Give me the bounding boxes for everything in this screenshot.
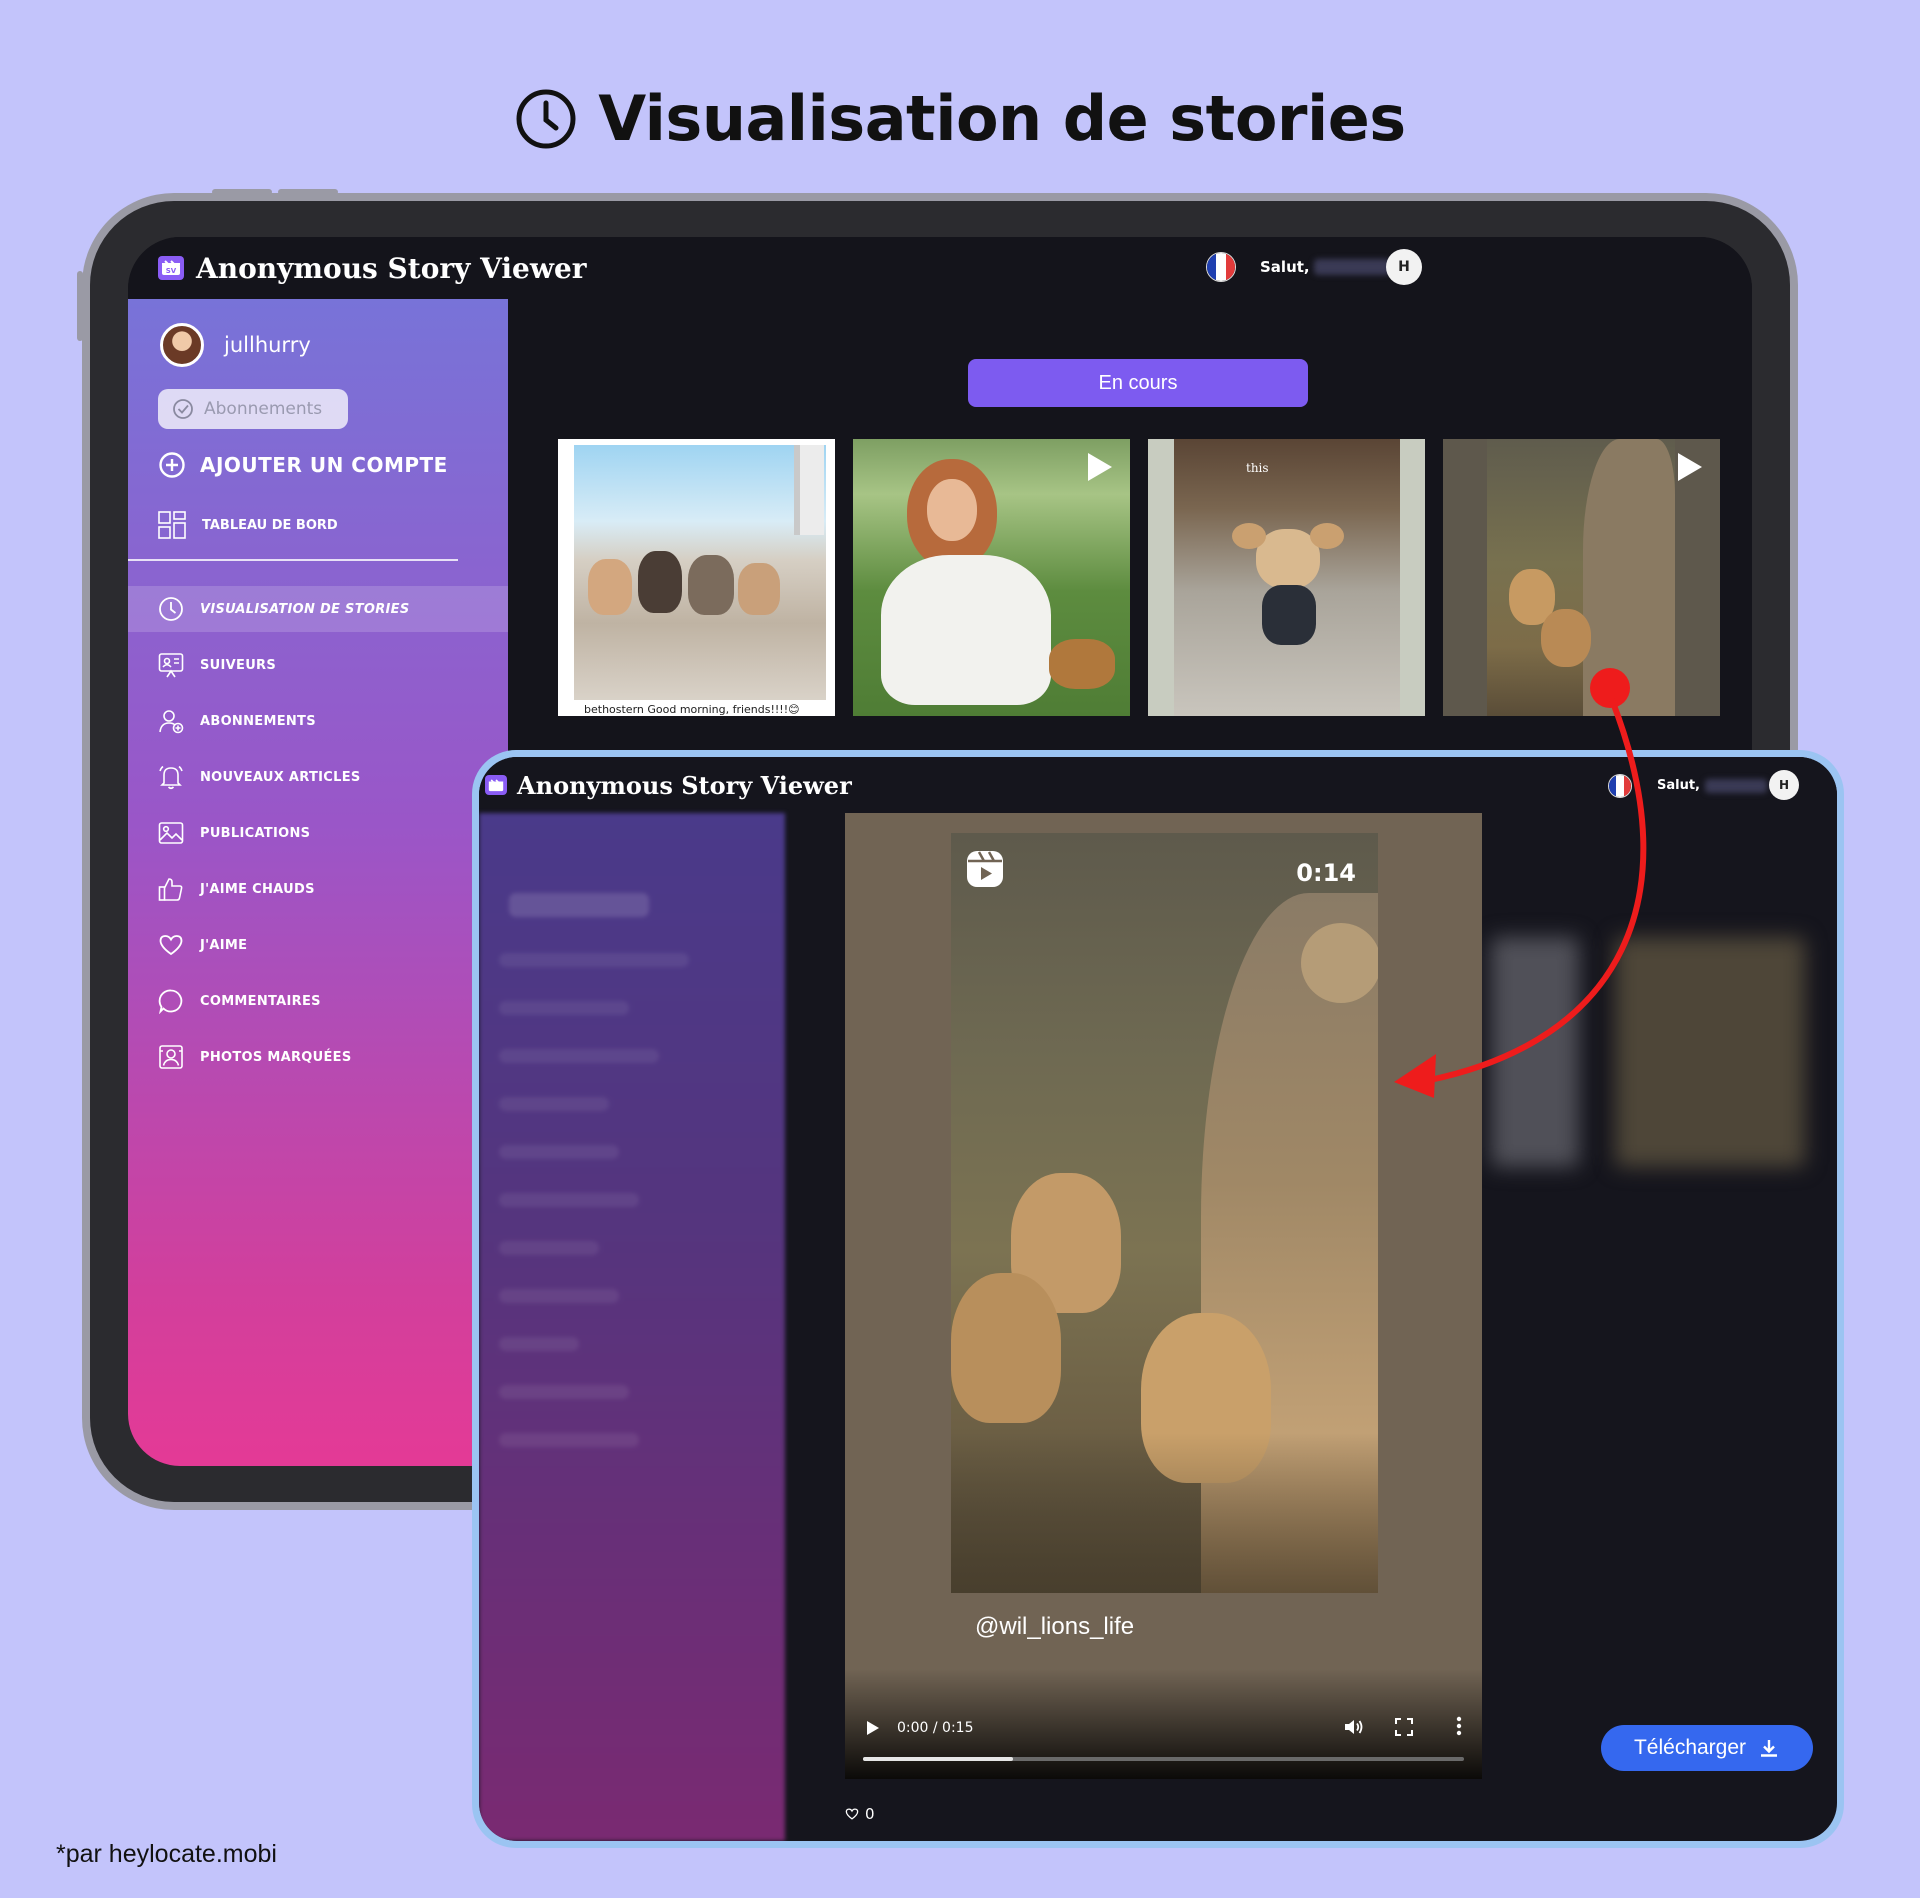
sidebar-item-label: PHOTOS MARQUÉES xyxy=(200,1049,352,1065)
viewer-device: Anonymous Story Viewer Salut, H 0:14 @wi… xyxy=(472,750,1844,1848)
sidebar-item-label: ABONNEMENTS xyxy=(200,713,316,729)
sidebar-item-tagged-photos[interactable]: PHOTOS MARQUÉES xyxy=(128,1034,508,1080)
sidebar-item-label: VISUALISATION DE STORIES xyxy=(200,601,410,617)
plus-circle-icon xyxy=(159,452,185,478)
sidebar-item-label: NOUVEAUX ARTICLES xyxy=(200,769,361,785)
sidebar-item-subscriptions[interactable]: ABONNEMENTS xyxy=(128,698,508,744)
download-label: Télécharger xyxy=(1633,1736,1747,1759)
video-time-display: 0:00 / 0:15 xyxy=(897,1720,974,1736)
subscriptions-pill-label: Abonnements xyxy=(204,399,323,419)
followers-icon xyxy=(158,652,184,678)
sidebar: jullhurry Abonnements AJOUTER UN COMPTE … xyxy=(128,299,508,1466)
sidebar-divider xyxy=(128,559,458,561)
video-progress-fill xyxy=(863,1757,1014,1761)
reel-icon xyxy=(967,851,1003,887)
volume-icon[interactable] xyxy=(1342,1716,1364,1738)
headline: Visualisation de stories xyxy=(0,82,1920,155)
sidebar-item-new-articles[interactable]: NOUVEAUX ARTICLES xyxy=(128,754,508,800)
story-time-label: 0:14 xyxy=(1296,859,1356,887)
sidebar-item-comments[interactable]: COMMENTAIRES xyxy=(128,978,508,1024)
dashboard-link[interactable]: TABLEAU DE BORD xyxy=(158,511,338,539)
download-button[interactable]: Télécharger xyxy=(1601,1725,1813,1771)
video-controls: 0:00 / 0:15 xyxy=(845,1669,1482,1779)
user-plus-icon xyxy=(158,708,184,734)
more-options-icon[interactable] xyxy=(1456,1715,1462,1737)
app-logo-icon xyxy=(485,775,507,795)
sidebar-item-followers[interactable]: SUIVEURS xyxy=(128,642,508,688)
profile-username: jullhurry xyxy=(224,333,311,357)
language-flag-icon[interactable] xyxy=(1608,774,1632,798)
sidebar-item-likes[interactable]: J'AIME xyxy=(128,922,508,968)
tagged-photo-icon xyxy=(158,1044,184,1070)
app-logo-icon: SV xyxy=(158,256,184,280)
language-flag-icon[interactable] xyxy=(1206,252,1236,282)
profile-avatar xyxy=(160,323,204,367)
story-handle: @wil_lions_life xyxy=(975,1613,1135,1640)
dashboard-icon xyxy=(158,511,186,539)
sidebar-item-label: SUIVEURS xyxy=(200,657,277,673)
heart-icon xyxy=(845,1808,859,1820)
app-header: SV Anonymous Story Viewer Salut, H xyxy=(128,237,1752,299)
tab-en-cours[interactable]: En cours xyxy=(968,359,1308,407)
sidebar-item-publications[interactable]: PUBLICATIONS xyxy=(128,810,508,856)
image-icon xyxy=(158,820,184,846)
app-title: Anonymous Story Viewer xyxy=(196,251,587,285)
dashboard-label: TABLEAU DE BORD xyxy=(202,517,338,533)
user-avatar[interactable]: H xyxy=(1769,770,1799,800)
thumbs-up-icon xyxy=(158,876,184,902)
viewer-app-title: Anonymous Story Viewer xyxy=(517,770,852,800)
clock-icon xyxy=(158,596,184,622)
kittens-caption: bethostern Good morning, friends!!!!😊 xyxy=(584,703,814,716)
dog-thumb[interactable]: this xyxy=(1148,439,1425,716)
svg-text:SV: SV xyxy=(166,267,177,275)
likes-value: 0 xyxy=(865,1805,875,1823)
sidebar-item-label: COMMENTAIRES xyxy=(200,993,321,1009)
user-avatar[interactable]: H xyxy=(1386,249,1422,285)
viewer-screen: Anonymous Story Viewer Salut, H 0:14 @wi… xyxy=(479,757,1837,1841)
bell-icon xyxy=(158,764,184,790)
sidebar-nav: VISUALISATION DE STORIES SUIVEURS ABONNE… xyxy=(128,586,508,1090)
play-icon xyxy=(1088,453,1112,481)
video-progress-bar[interactable] xyxy=(863,1757,1464,1761)
username-redacted xyxy=(1314,259,1390,275)
dog-caption: this xyxy=(1246,461,1269,475)
viewer-app-header: Anonymous Story Viewer Salut, H xyxy=(479,757,1837,813)
add-account-label: AJOUTER UN COMPTE xyxy=(200,453,448,477)
heart-icon xyxy=(158,932,184,958)
username-redacted xyxy=(1705,779,1767,793)
greeting: Salut, xyxy=(1260,258,1310,276)
footer-note: *par heylocate.mobi xyxy=(56,1840,277,1868)
play-icon xyxy=(1678,453,1702,481)
headline-title: Visualisation de stories xyxy=(598,82,1406,155)
likes-count: 0 xyxy=(845,1805,875,1823)
fullscreen-icon[interactable] xyxy=(1394,1717,1414,1737)
sidebar-item-label: J'AIME xyxy=(200,937,248,953)
sidebar-item-label: J'AIME CHAUDS xyxy=(200,881,315,897)
greeting: Salut, xyxy=(1657,778,1700,793)
story-video-player[interactable]: 0:14 @wil_lions_life 0:00 / 0:15 xyxy=(845,813,1482,1779)
add-account-button[interactable]: AJOUTER UN COMPTE xyxy=(158,451,448,479)
sidebar-item-label: PUBLICATIONS xyxy=(200,825,311,841)
blurred-thumb-3 xyxy=(1491,937,1579,1167)
subscriptions-pill[interactable]: Abonnements xyxy=(158,389,348,429)
woman-picnic-thumb[interactable] xyxy=(853,439,1130,716)
comment-icon xyxy=(158,988,184,1014)
blurred-thumb-4 xyxy=(1615,937,1805,1167)
profile[interactable]: jullhurry xyxy=(160,323,311,367)
download-icon xyxy=(1761,1740,1778,1757)
check-circle-icon xyxy=(173,399,193,419)
sidebar-item-story-viewer[interactable]: VISUALISATION DE STORIES xyxy=(128,586,508,632)
lions-thumb[interactable] xyxy=(1443,439,1720,716)
kittens-thumb[interactable]: bethostern Good morning, friends!!!!😊 xyxy=(558,439,835,716)
sidebar-item-hot-likes[interactable]: J'AIME CHAUDS xyxy=(128,866,508,912)
story-thumbnails: bethostern Good morning, friends!!!!😊 th… xyxy=(558,439,1720,716)
clock-icon xyxy=(516,89,576,148)
play-button[interactable] xyxy=(867,1721,879,1735)
blurred-sidebar xyxy=(479,813,785,1841)
story-video[interactable]: 0:14 xyxy=(951,833,1378,1593)
